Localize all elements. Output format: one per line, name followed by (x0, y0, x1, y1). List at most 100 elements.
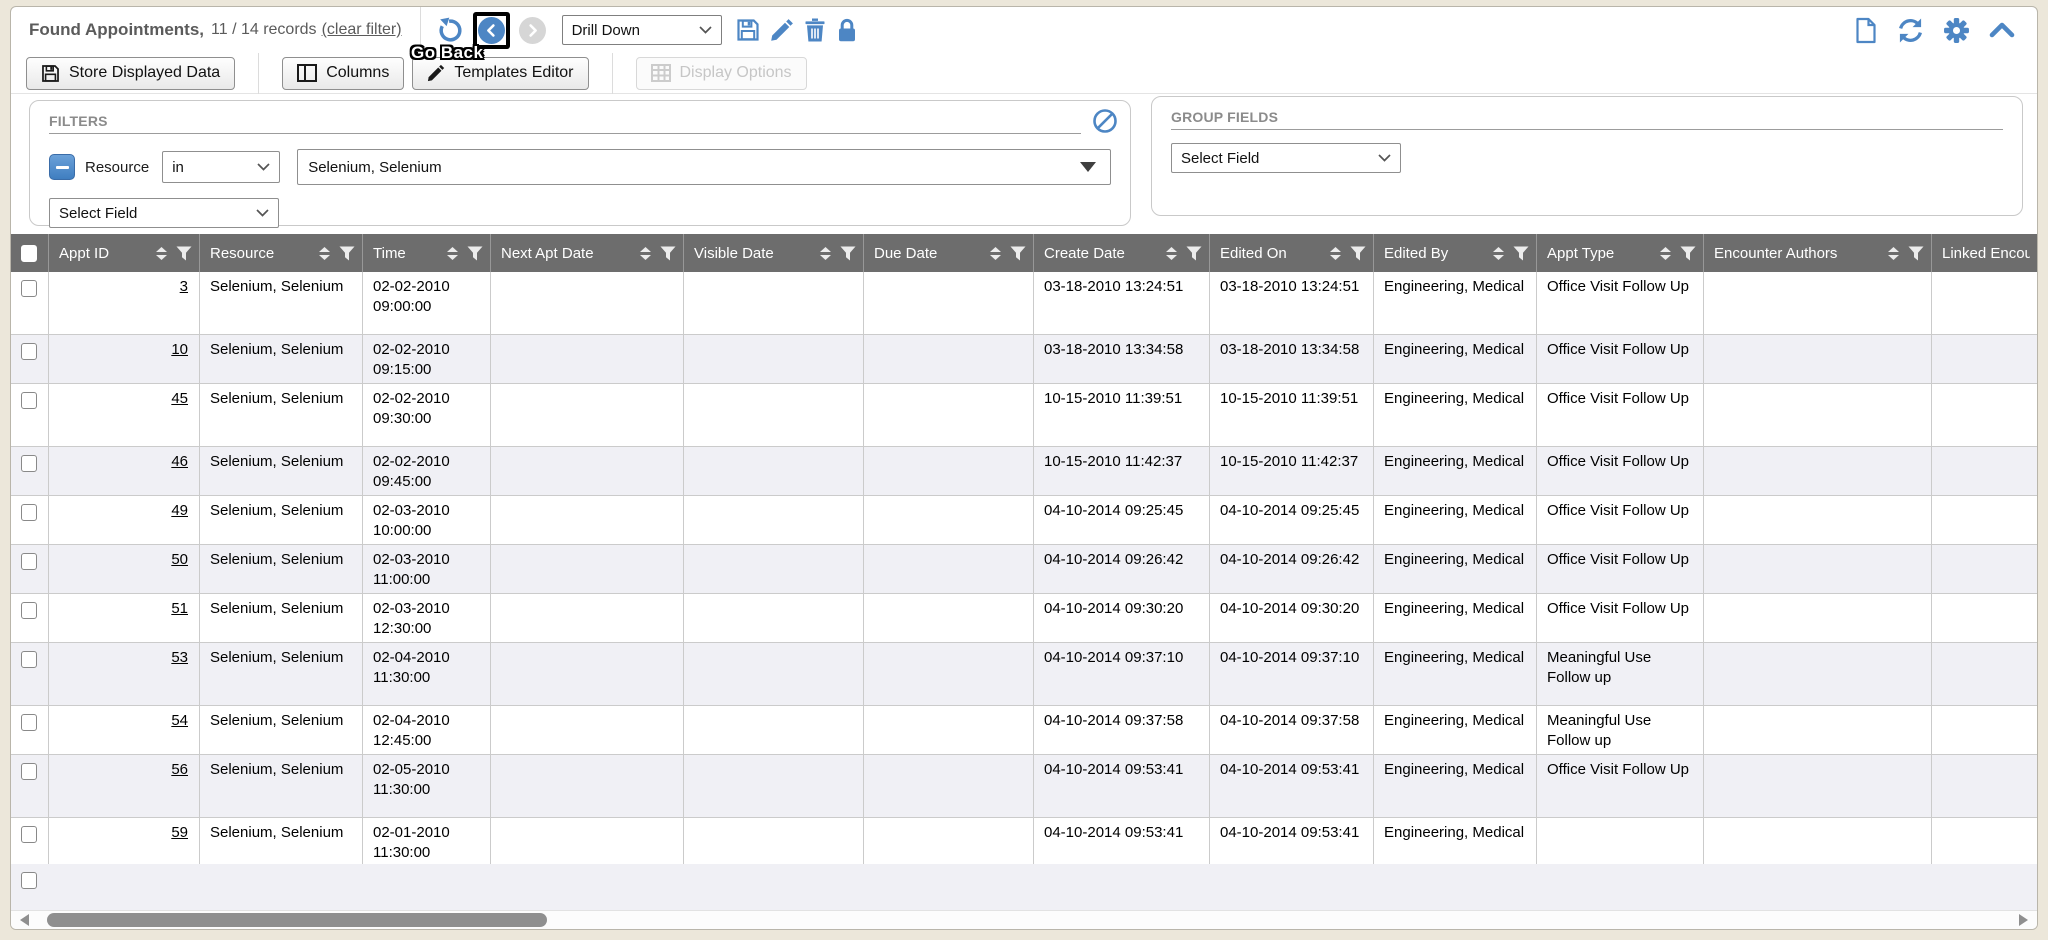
filter-icon[interactable] (176, 246, 192, 261)
clear-filter-link[interactable]: (clear filter) (322, 21, 402, 39)
column-header[interactable]: Edited On (1210, 234, 1374, 272)
edited-on-cell: 04-10-2014 09:25:45 (1210, 496, 1374, 544)
time-cell: 02-03-2010 11:00:00 (363, 545, 491, 593)
save-icon[interactable] (736, 18, 760, 42)
table-row: 3Selenium, Selenium02-02-2010 09:00:0003… (11, 272, 2037, 335)
column-header[interactable]: Next Apt Date (491, 234, 684, 272)
column-label: Edited On (1220, 245, 1329, 262)
appt-id-link[interactable]: 54 (171, 712, 188, 729)
clear-filters-icon[interactable] (1092, 108, 1118, 139)
sort-icon[interactable] (1659, 246, 1672, 261)
scrollbar-thumb[interactable] (47, 913, 547, 927)
row-checkbox[interactable] (21, 504, 37, 521)
refresh-icon[interactable] (1897, 18, 1924, 43)
visible-date-cell (684, 755, 864, 817)
lock-icon[interactable] (836, 18, 858, 42)
filter-operator-select[interactable]: in (162, 151, 280, 183)
row-checkbox[interactable] (21, 826, 37, 843)
create-date-cell: 03-18-2010 13:24:51 (1034, 272, 1210, 334)
chevron-down-icon (256, 209, 269, 217)
appt-id-link[interactable]: 46 (171, 453, 188, 470)
view-select[interactable]: Drill Down (562, 15, 722, 45)
filter-value-combobox[interactable]: Selenium, Selenium (297, 149, 1111, 185)
column-header[interactable]: Linked Encounters (1932, 234, 2037, 272)
collapse-icon[interactable] (1989, 22, 2015, 38)
filter-icon[interactable] (840, 246, 856, 261)
sort-icon[interactable] (1887, 246, 1900, 261)
go-forward-button[interactable] (519, 17, 546, 44)
filter-icon[interactable] (467, 246, 483, 261)
row-checkbox[interactable] (21, 343, 37, 360)
filter-icon[interactable] (1513, 246, 1529, 261)
column-header[interactable]: Resource (200, 234, 363, 272)
filter-icon[interactable] (1908, 246, 1924, 261)
display-options-button[interactable]: Display Options (636, 57, 807, 90)
appt-id-link[interactable]: 59 (171, 824, 188, 841)
sort-icon[interactable] (1492, 246, 1505, 261)
group-fields-select-field[interactable]: Select Field (1171, 143, 1401, 173)
horizontal-scrollbar[interactable] (11, 910, 2037, 929)
filter-icon[interactable] (1680, 246, 1696, 261)
appt-id-link[interactable]: 3 (180, 278, 188, 295)
table-row: 46Selenium, Selenium02-02-2010 09:45:001… (11, 447, 2037, 496)
store-displayed-data-button[interactable]: Store Displayed Data (26, 57, 235, 90)
row-checkbox[interactable] (21, 872, 37, 889)
undo-icon[interactable] (435, 17, 464, 44)
sort-icon[interactable] (989, 246, 1002, 261)
appt-id-link[interactable]: 45 (171, 390, 188, 407)
filter-icon[interactable] (1186, 246, 1202, 261)
time-cell: 02-02-2010 09:45:00 (363, 447, 491, 495)
columns-button[interactable]: Columns (282, 57, 404, 90)
column-header[interactable]: Appt Type (1537, 234, 1704, 272)
row-checkbox[interactable] (21, 280, 37, 297)
columns-icon (297, 64, 317, 82)
edited-by-cell: Engineering, Medical (1374, 706, 1537, 754)
visible-date-cell (684, 335, 864, 383)
row-checkbox[interactable] (21, 553, 37, 570)
scroll-left-arrow[interactable] (20, 914, 29, 926)
row-checkbox[interactable] (21, 455, 37, 472)
appt-id-link[interactable]: 51 (171, 600, 188, 617)
sort-icon[interactable] (639, 246, 652, 261)
sort-icon[interactable] (819, 246, 832, 261)
remove-filter-button[interactable] (49, 154, 75, 180)
column-header[interactable]: Due Date (864, 234, 1034, 272)
select-all-checkbox[interactable] (21, 245, 37, 262)
filter-icon[interactable] (1010, 246, 1026, 261)
next-apt-date-cell (491, 335, 684, 383)
column-header[interactable]: Visible Date (684, 234, 864, 272)
new-document-icon[interactable] (1854, 17, 1878, 44)
column-header[interactable]: Edited By (1374, 234, 1537, 272)
row-checkbox[interactable] (21, 763, 37, 780)
appt-id-link[interactable]: 56 (171, 761, 188, 778)
row-checkbox[interactable] (21, 651, 37, 668)
row-checkbox[interactable] (21, 602, 37, 619)
filter-icon[interactable] (1350, 246, 1366, 261)
settings-icon[interactable] (1943, 17, 1970, 44)
delete-icon[interactable] (804, 18, 826, 42)
column-header[interactable]: Time (363, 234, 491, 272)
appt-id-link[interactable]: 49 (171, 502, 188, 519)
appt-id-link[interactable]: 10 (171, 341, 188, 358)
sort-icon[interactable] (1165, 246, 1178, 261)
visible-date-cell (684, 706, 864, 754)
row-checkbox[interactable] (21, 392, 37, 409)
sort-icon[interactable] (155, 246, 168, 261)
go-back-button[interactable] (478, 17, 505, 44)
appt-id-cell: 3 (49, 272, 200, 334)
column-header[interactable]: Create Date (1034, 234, 1210, 272)
column-header[interactable]: Appt ID (49, 234, 200, 272)
row-checkbox[interactable] (21, 714, 37, 731)
edit-icon[interactable] (770, 18, 794, 42)
filter-icon[interactable] (339, 246, 355, 261)
scroll-right-arrow[interactable] (2019, 914, 2028, 926)
resource-cell: Selenium, Selenium (200, 818, 363, 864)
filter-icon[interactable] (660, 246, 676, 261)
appt-id-link[interactable]: 53 (171, 649, 188, 666)
sort-icon[interactable] (446, 246, 459, 261)
sort-icon[interactable] (318, 246, 331, 261)
filters-select-field[interactable]: Select Field (49, 198, 279, 228)
sort-icon[interactable] (1329, 246, 1342, 261)
column-header[interactable]: Encounter Authors (1704, 234, 1932, 272)
appt-id-link[interactable]: 50 (171, 551, 188, 568)
